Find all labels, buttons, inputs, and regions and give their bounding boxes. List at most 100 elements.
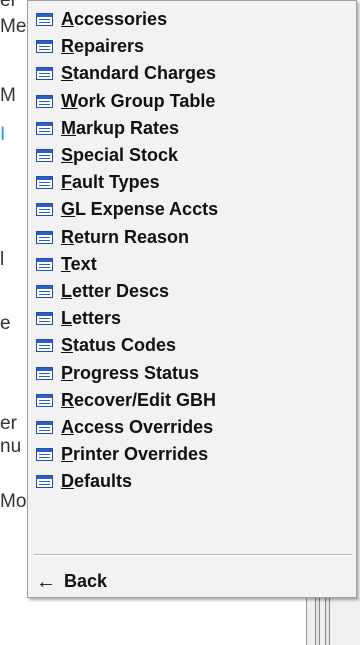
menu-item-mnemonic: R bbox=[61, 389, 74, 410]
table-icon bbox=[36, 94, 53, 108]
screen: er Me M Il e er nu Mo Accessories Repairers Stand… bbox=[0, 0, 360, 645]
menu-item-label: Return Reason bbox=[61, 227, 189, 248]
menu-item-label-rest: rogress Status bbox=[73, 362, 200, 383]
menu-item-mnemonic: A bbox=[61, 9, 74, 30]
background-text-fragment: er bbox=[0, 413, 17, 434]
menu-item-label-rest: rinter Overrides bbox=[73, 444, 209, 465]
menu-item-label: Special Stock bbox=[61, 145, 178, 166]
menu-item-label: Standard Charges bbox=[61, 63, 216, 84]
menu-item-work-group-table[interactable]: Work Group Table bbox=[28, 88, 356, 115]
menu-item-letter-descs[interactable]: Letter Descs bbox=[28, 278, 356, 305]
menu-item-label-rest: arkup Rates bbox=[76, 117, 180, 138]
menu-item-label: Progress Status bbox=[61, 363, 199, 384]
table-icon bbox=[36, 40, 53, 54]
menu-item-markup-rates[interactable]: Markup Rates bbox=[28, 115, 356, 142]
menu-item-label: Defaults bbox=[61, 471, 132, 492]
menu-item-mnemonic: P bbox=[61, 362, 74, 383]
background-text-fragment: Mo bbox=[0, 491, 27, 512]
back-arrow-icon: ← bbox=[36, 570, 56, 593]
menu-item-accessories[interactable]: Accessories bbox=[28, 6, 356, 33]
table-icon bbox=[36, 149, 53, 163]
menu-item-printer-overrides[interactable]: Printer Overrides bbox=[28, 441, 356, 468]
table-icon bbox=[36, 448, 53, 462]
menu-item-label-rest: ecover/Edit GBH bbox=[74, 389, 217, 410]
background-panel-bar bbox=[325, 598, 330, 645]
menu-item-mnemonic: R bbox=[61, 36, 74, 57]
menu-item-label-rest: etters bbox=[72, 308, 122, 329]
table-icon bbox=[36, 13, 53, 27]
menu-separator bbox=[34, 554, 352, 556]
menu-item-repairers[interactable]: Repairers bbox=[28, 33, 356, 60]
menu-item-label: Status Codes bbox=[61, 335, 176, 356]
menu-item-label-rest: etter Descs bbox=[72, 280, 170, 301]
menu-item-progress-status[interactable]: Progress Status bbox=[28, 359, 356, 386]
menu-item-label: Letter Descs bbox=[61, 281, 169, 302]
menu-item-label-rest: epairers bbox=[74, 36, 145, 57]
menu-item-label-rest: ccess Overrides bbox=[74, 416, 214, 437]
menu-item-label-rest: tandard Charges bbox=[73, 63, 217, 84]
menu-item-mnemonic: G bbox=[61, 199, 76, 220]
menu-item-mnemonic: F bbox=[61, 172, 72, 193]
menu-item-label: Recover/Edit GBH bbox=[61, 390, 216, 411]
menu-item-label-rest: L Expense Accts bbox=[75, 199, 219, 220]
background-text-fragment: er bbox=[0, 0, 17, 11]
menu-item-recover-edit-gbh[interactable]: Recover/Edit GBH bbox=[28, 387, 356, 414]
menu-item-label: Work Group Table bbox=[61, 91, 215, 112]
back-menu-item[interactable]: ← Back bbox=[28, 568, 356, 595]
menu-item-list: Accessories Repairers Standard Charges Work… bbox=[28, 6, 356, 495]
table-icon bbox=[36, 339, 53, 353]
menu-item-mnemonic: P bbox=[61, 444, 74, 465]
table-icon bbox=[36, 312, 53, 326]
menu-item-status-codes[interactable]: Status Codes bbox=[28, 332, 356, 359]
menu-item-mnemonic: T bbox=[61, 253, 71, 274]
menu-item-label: Markup Rates bbox=[61, 118, 179, 139]
menu-item-mnemonic: M bbox=[61, 117, 76, 138]
background-text-fragment: e bbox=[0, 313, 11, 334]
background-text-fragment: l bbox=[0, 249, 5, 270]
menu-item-mnemonic: D bbox=[61, 471, 74, 492]
menu-item-label: Text bbox=[61, 254, 97, 275]
table-icon bbox=[36, 121, 53, 135]
menu-item-mnemonic: R bbox=[61, 226, 74, 247]
back-label: Back bbox=[64, 571, 108, 591]
menu-item-special-stock[interactable]: Special Stock bbox=[28, 142, 356, 169]
menu-item-label: Letters bbox=[61, 308, 121, 329]
background-text-fragment: I bbox=[0, 124, 6, 145]
table-icon bbox=[36, 475, 53, 489]
menu-item-label: Repairers bbox=[61, 36, 144, 57]
menu-item-fault-types[interactable]: Fault Types bbox=[28, 169, 356, 196]
menu-item-label: GL Expense Accts bbox=[61, 199, 218, 220]
background-text-fragment: Me bbox=[0, 16, 27, 37]
menu-item-label-rest: ext bbox=[70, 253, 97, 274]
table-icon bbox=[36, 257, 53, 271]
background-panel bbox=[306, 598, 360, 645]
table-icon bbox=[36, 284, 53, 298]
menu-item-label-rest: ork Group Table bbox=[77, 90, 216, 111]
menu-item-mnemonic: S bbox=[61, 335, 74, 356]
menu-item-mnemonic: S bbox=[61, 63, 74, 84]
menu-item-gl-expense-accts[interactable]: GL Expense Accts bbox=[28, 196, 356, 223]
menu-item-label: Fault Types bbox=[61, 172, 160, 193]
background-panel-bar bbox=[315, 598, 320, 645]
menu-item-defaults[interactable]: Defaults bbox=[28, 468, 356, 495]
menu-item-label-rest: pecial Stock bbox=[73, 145, 179, 166]
menu-item-label-rest: ault Types bbox=[72, 172, 160, 193]
menu-item-access-overrides[interactable]: Access Overrides bbox=[28, 414, 356, 441]
menu-item-standard-charges[interactable]: Standard Charges bbox=[28, 60, 356, 87]
table-icon bbox=[36, 230, 53, 244]
menu-item-text[interactable]: Text bbox=[28, 251, 356, 278]
table-icon bbox=[36, 420, 53, 434]
background-text-fragment: M bbox=[0, 85, 16, 106]
menu-item-return-reason[interactable]: Return Reason bbox=[28, 224, 356, 251]
menu-item-letters[interactable]: Letters bbox=[28, 305, 356, 332]
context-menu: Accessories Repairers Standard Charges Work… bbox=[27, 0, 357, 598]
menu-item-label-rest: ccessories bbox=[74, 9, 168, 30]
menu-item-mnemonic: S bbox=[61, 145, 74, 166]
table-icon bbox=[36, 67, 53, 81]
menu-item-label: Printer Overrides bbox=[61, 444, 208, 465]
menu-item-label-rest: tatus Codes bbox=[73, 335, 177, 356]
background-text-fragment: nu bbox=[0, 436, 22, 457]
table-icon bbox=[36, 176, 53, 190]
menu-item-label-rest: efaults bbox=[74, 471, 133, 492]
menu-item-label: Accessories bbox=[61, 9, 167, 30]
